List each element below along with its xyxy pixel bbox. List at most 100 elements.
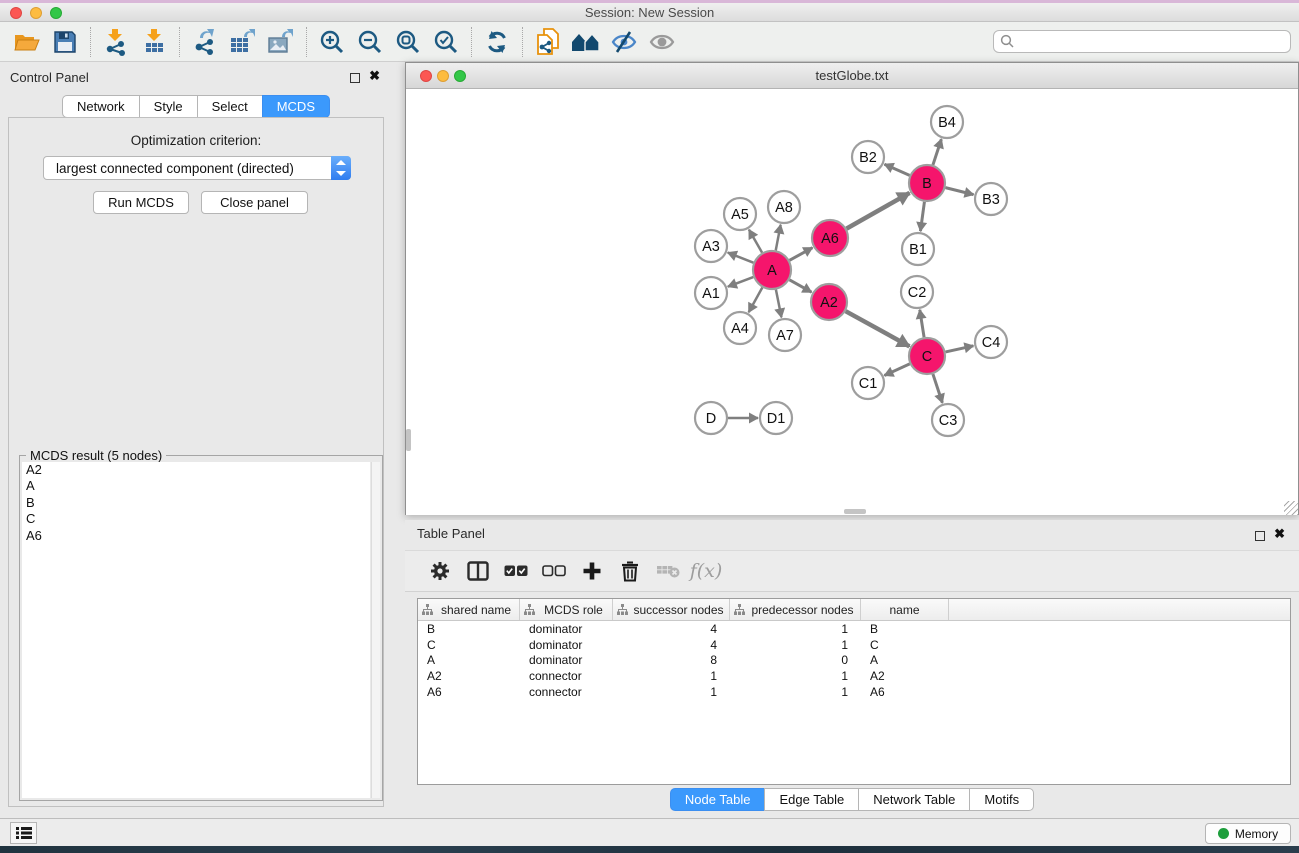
column-header-MCDS-role[interactable]: MCDS role [520,599,613,620]
save-session-button[interactable] [46,25,84,59]
mcds-result-item[interactable]: B [22,495,370,511]
cell[interactable]: B [861,622,949,636]
export-network-button[interactable] [186,25,224,59]
import-network-button[interactable] [97,25,135,59]
zoom-in-button[interactable] [313,25,351,59]
show-all-button[interactable] [643,25,681,59]
cell[interactable]: 1 [730,685,861,699]
table-tab-network-table[interactable]: Network Table [858,788,970,811]
tab-select[interactable]: Select [197,95,263,118]
close-window-button[interactable] [10,7,22,19]
node-A7[interactable]: A7 [769,319,801,351]
delete-table-button[interactable] [649,554,687,588]
edge-B-B1[interactable] [920,202,924,231]
edge-B-B4[interactable] [933,139,941,165]
node-C3[interactable]: C3 [932,404,964,436]
search-field[interactable] [993,30,1291,53]
node-A8[interactable]: A8 [768,191,800,223]
edge-A-A3[interactable] [728,253,754,263]
add-column-button[interactable] [573,554,611,588]
edge-B-B3[interactable] [945,188,973,195]
mcds-result-item[interactable]: C [22,511,370,527]
cell[interactable]: 4 [613,638,730,652]
cell[interactable]: 1 [730,669,861,683]
resize-grip[interactable] [1284,501,1298,515]
column-header-predecessor-nodes[interactable]: predecessor nodes [730,599,861,620]
cell[interactable]: dominator [520,622,613,636]
close-panel-icon[interactable]: ✖ [369,68,380,84]
node-A2[interactable]: A2 [811,284,847,320]
zoom-fit-button[interactable] [389,25,427,59]
cell[interactable]: A6 [418,685,520,699]
zoom-selected-button[interactable] [427,25,465,59]
function-builder-button[interactable]: f(x) [687,554,725,588]
mcds-result-list[interactable]: A2ABCA6 [22,462,370,798]
tab-mcds[interactable]: MCDS [262,95,330,118]
node-A1[interactable]: A1 [695,277,727,309]
node-B1[interactable]: B1 [902,233,934,265]
cell[interactable]: connector [520,685,613,699]
edge-C-C4[interactable] [946,346,974,352]
table-row[interactable]: A2connector11A2 [418,668,1290,684]
edge-A-A4[interactable] [749,288,763,313]
cell[interactable]: dominator [520,653,613,667]
import-table-button[interactable] [135,25,173,59]
edge-B-B2[interactable] [884,164,909,175]
node-C2[interactable]: C2 [901,276,933,308]
node-A[interactable]: A [753,251,791,289]
network-graph[interactable]: AA1A2A3A4A5A6A7A8BB1B2B3B4CC1C2C3C4DD1 [406,89,1298,515]
cell[interactable]: A2 [418,669,520,683]
edge-A-A8[interactable] [776,225,781,251]
edge-A6-B[interactable] [847,193,910,229]
node-D[interactable]: D [695,402,727,434]
column-header-successor-nodes[interactable]: successor nodes [613,599,730,620]
tab-network[interactable]: Network [62,95,140,118]
edge-A-A6[interactable] [790,248,813,261]
network-close-button[interactable] [420,70,432,82]
export-table-button[interactable] [224,25,262,59]
table-row[interactable]: Cdominator41C [418,637,1290,653]
copy-network-button[interactable] [529,25,567,59]
export-image-button[interactable] [262,25,300,59]
minimize-window-button[interactable] [30,7,42,19]
node-A4[interactable]: A4 [724,312,756,344]
table-row[interactable]: Bdominator41B [418,621,1290,637]
cell[interactable]: 0 [730,653,861,667]
open-file-button[interactable] [8,25,46,59]
edge-A-A1[interactable] [728,277,753,287]
node-B3[interactable]: B3 [975,183,1007,215]
cell[interactable]: A [418,653,520,667]
cell[interactable]: C [418,638,520,652]
delete-column-button[interactable] [611,554,649,588]
edge-C-C1[interactable] [884,364,909,376]
cell[interactable]: dominator [520,638,613,652]
select-all-button[interactable] [497,554,535,588]
zoom-window-button[interactable] [50,7,62,19]
memory-button[interactable]: Memory [1205,823,1291,844]
mcds-result-item[interactable]: A2 [22,462,370,478]
column-header-shared-name[interactable]: shared name [418,599,520,620]
cell[interactable]: B [418,622,520,636]
table-tab-node-table[interactable]: Node Table [670,788,766,811]
table-tab-edge-table[interactable]: Edge Table [764,788,859,811]
run-mcds-button[interactable]: Run MCDS [93,191,189,214]
node-C[interactable]: C [909,338,945,374]
mcds-list-scrollbar[interactable] [371,462,380,798]
column-header-name[interactable]: name [861,599,949,620]
criterion-dropdown[interactable]: largest connected component (directed) [43,156,351,180]
show-hide-columns-button[interactable] [459,554,497,588]
horizontal-scroll-thumb[interactable] [844,509,866,514]
cell[interactable]: 1 [730,622,861,636]
node-A6[interactable]: A6 [812,220,848,256]
deselect-all-button[interactable] [535,554,573,588]
node-D1[interactable]: D1 [760,402,792,434]
mcds-result-item[interactable]: A6 [22,528,370,544]
cell[interactable]: A6 [861,685,949,699]
search-input[interactable] [1015,34,1284,49]
refresh-button[interactable] [478,25,516,59]
float-panel-icon[interactable] [350,73,360,83]
cell[interactable]: 1 [613,685,730,699]
cell[interactable]: 1 [613,669,730,683]
edge-C-C3[interactable] [933,374,942,403]
float-table-panel-icon[interactable] [1255,531,1265,541]
